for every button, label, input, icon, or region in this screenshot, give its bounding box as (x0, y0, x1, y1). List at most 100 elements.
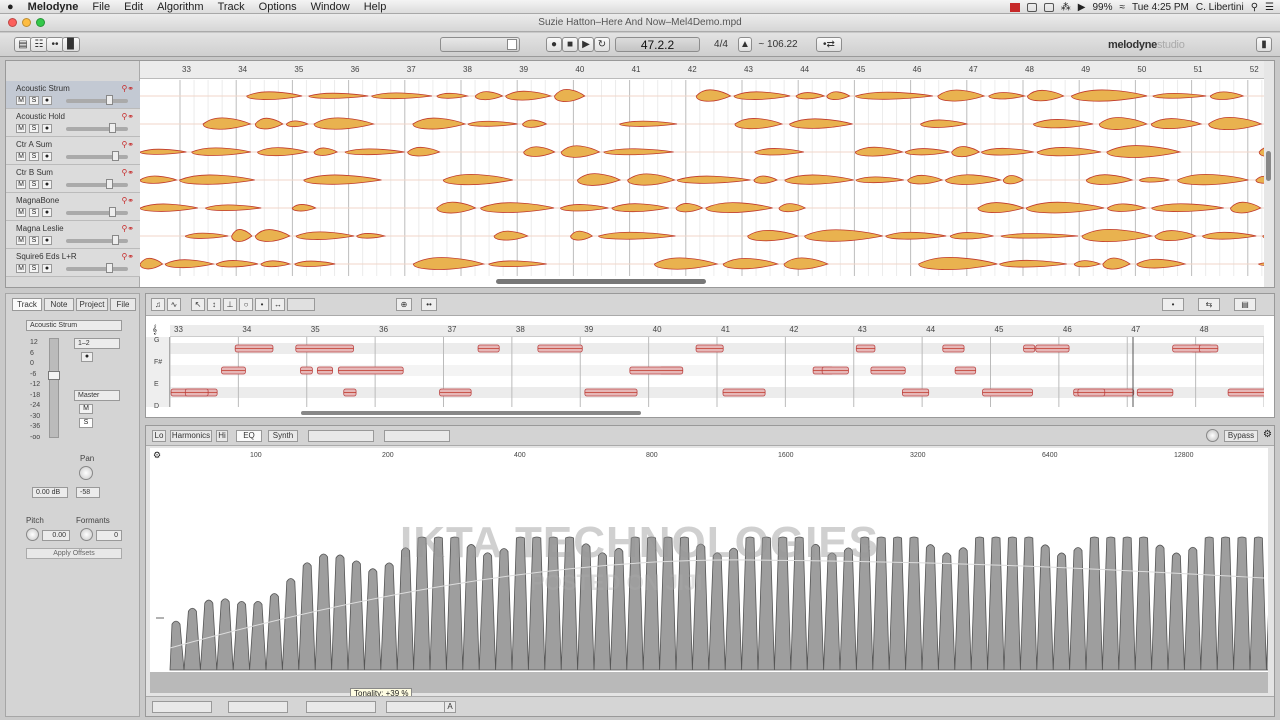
wifi-icon[interactable]: ≈ (1120, 2, 1126, 13)
tab-eq[interactable]: EQ (236, 430, 262, 442)
pan-value[interactable]: -58 (76, 487, 100, 498)
eq-tools[interactable] (308, 430, 374, 442)
track-solo-button[interactable]: S (29, 152, 39, 161)
audio-blob[interactable] (480, 202, 555, 213)
track-volume-knob[interactable] (109, 123, 116, 133)
audio-blob[interactable] (1081, 229, 1154, 243)
display-icon[interactable] (1026, 2, 1037, 12)
track-volume-slider[interactable] (66, 267, 128, 271)
track-volume-knob[interactable] (106, 179, 113, 189)
track-mute-button[interactable]: M (16, 236, 26, 245)
audio-blob[interactable] (854, 146, 904, 157)
scale-tool-icon[interactable]: ♫ (151, 298, 165, 311)
pointer-tool-icon[interactable]: ↖ (191, 298, 205, 311)
audio-blob[interactable] (140, 175, 178, 184)
track-volume-slider[interactable] (66, 99, 128, 103)
spectrum-waveform[interactable]: 100 200 400 800 1600 3200 6400 12800 (150, 448, 1268, 693)
audio-blob[interactable] (412, 257, 486, 270)
audio-blob[interactable] (795, 92, 826, 100)
time-signature[interactable]: 4/4 (707, 37, 735, 52)
audio-blob[interactable] (285, 120, 309, 128)
track-link-icon[interactable]: ⚲⚭ (121, 140, 134, 149)
search-icon[interactable]: ⚲ (1251, 2, 1258, 13)
apply-offsets-button[interactable]: Apply Offsets (26, 548, 122, 559)
apple-menu-icon[interactable]: ● (0, 1, 21, 13)
audio-blob[interactable] (344, 148, 405, 156)
menu-options[interactable]: Options (252, 1, 304, 13)
track-volume-slider[interactable] (66, 127, 128, 131)
audio-blob[interactable] (676, 175, 751, 184)
audio-blob[interactable] (1033, 119, 1094, 129)
audio-blob[interactable] (1209, 91, 1245, 100)
view-option-icon[interactable]: • (1162, 298, 1184, 311)
audio-blob[interactable] (467, 120, 518, 127)
audio-blob[interactable] (1150, 118, 1203, 130)
track-row[interactable]: Ctr B Sum M S ● ⚲⚭ (6, 165, 140, 193)
audio-blob[interactable] (951, 146, 981, 158)
audio-blob[interactable] (140, 203, 198, 212)
audio-blob[interactable] (1102, 257, 1131, 270)
audio-blob[interactable] (999, 259, 1067, 268)
note-hscroll[interactable] (301, 411, 641, 415)
audio-blob[interactable] (493, 230, 529, 241)
audio-blob[interactable] (523, 146, 556, 157)
audio-blob[interactable] (231, 229, 253, 243)
audio-blob[interactable] (140, 148, 187, 155)
audio-blob[interactable] (140, 257, 164, 270)
audio-blob[interactable] (560, 145, 601, 158)
track-solo-button[interactable]: S (29, 208, 39, 217)
track-solo-button[interactable]: S (29, 180, 39, 189)
audio-blob[interactable] (505, 90, 553, 101)
track-volume-slider[interactable] (66, 183, 128, 187)
audio-blob[interactable] (754, 148, 804, 156)
list-icon[interactable]: ☰ (1265, 2, 1274, 13)
formants-knob[interactable] (80, 528, 93, 541)
record-status-icon[interactable] (1009, 2, 1020, 12)
audio-blob[interactable] (904, 148, 950, 156)
tab-synth[interactable]: Synth (268, 430, 298, 442)
audio-blob[interactable] (436, 201, 477, 214)
audio-blob[interactable] (1106, 145, 1182, 158)
settings-gear-icon[interactable]: ⚙ (1263, 429, 1272, 440)
menu-window[interactable]: Window (304, 1, 357, 13)
audio-blob[interactable] (202, 117, 252, 130)
eq-tools-2[interactable] (384, 430, 450, 442)
audio-blob[interactable] (303, 174, 382, 185)
track-mute-button[interactable]: M (16, 124, 26, 133)
audio-blob[interactable] (371, 92, 433, 100)
track-row[interactable]: Magna Leslie M S ● ⚲⚭ (6, 221, 140, 249)
audio-blob[interactable] (920, 119, 969, 128)
solo-button[interactable]: S (79, 418, 93, 428)
audio-blob[interactable] (1151, 203, 1224, 213)
audio-blob[interactable] (191, 147, 251, 156)
audio-blob[interactable] (804, 229, 883, 242)
track-link-icon[interactable]: ⚲⚭ (121, 112, 134, 121)
playback-slider[interactable] (440, 37, 520, 52)
track-row[interactable]: Acoustic Hold M S ● ⚲⚭ (6, 109, 140, 137)
audio-blob[interactable] (308, 92, 369, 99)
menu-track[interactable]: Track (211, 1, 252, 13)
audio-blob[interactable] (611, 203, 669, 213)
bypass-button[interactable]: Bypass (1224, 430, 1258, 442)
audio-blob[interactable] (603, 148, 674, 156)
bypass-knob[interactable] (1206, 429, 1219, 442)
track-link-icon[interactable]: ⚲⚭ (121, 224, 134, 233)
audio-blob[interactable] (1152, 93, 1207, 99)
audio-blob[interactable] (789, 118, 853, 129)
track-row[interactable]: Ctr A Sum M S ● ⚲⚭ (6, 137, 140, 165)
audio-blob[interactable] (695, 89, 732, 102)
audio-blob[interactable] (1177, 173, 1249, 186)
volume-value[interactable]: 0.00 dB (32, 487, 68, 498)
amplitude-tool-icon[interactable]: ○ (239, 298, 253, 311)
audio-blob[interactable] (918, 257, 998, 271)
audio-blob[interactable] (313, 117, 376, 130)
audio-blob[interactable] (753, 175, 778, 184)
audio-blob[interactable] (205, 204, 262, 212)
track-record-button[interactable]: ● (42, 124, 52, 133)
audio-blob[interactable] (407, 146, 441, 157)
app-menu[interactable]: Melodyne (21, 1, 86, 13)
audio-blob[interactable] (260, 260, 292, 268)
track-mute-button[interactable]: M (16, 96, 26, 105)
audio-blob[interactable] (1255, 175, 1264, 184)
audio-blob[interactable] (747, 229, 800, 242)
